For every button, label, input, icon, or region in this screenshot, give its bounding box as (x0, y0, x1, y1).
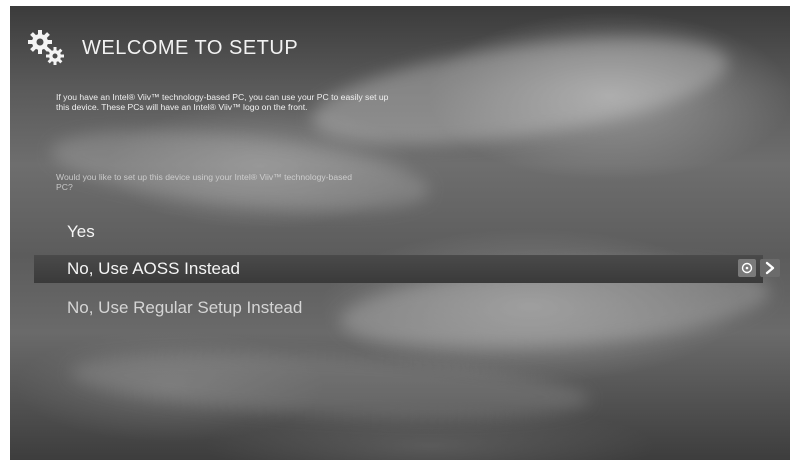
chevron-right-icon[interactable] (760, 259, 780, 277)
page-title: WELCOME TO SETUP (82, 36, 299, 59)
header: WELCOME TO SETUP (26, 28, 298, 68)
intro-text: If you have an Intel® Viiv™ technology-b… (56, 92, 389, 112)
option-regular-setup[interactable]: No, Use Regular Setup Instead (34, 294, 467, 322)
option-use-aoss[interactable]: No, Use AOSS Instead (34, 255, 763, 283)
background-wave (47, 116, 433, 226)
background-wave (305, 17, 735, 165)
option-yes[interactable]: Yes (34, 218, 267, 246)
question-text: Would you like to set up this device usi… (56, 172, 352, 192)
setup-screen: WELCOME TO SETUP If you have an Intel® V… (10, 6, 790, 460)
info-circle-icon[interactable] (738, 259, 756, 277)
background-wave (68, 342, 592, 430)
selection-controls (738, 259, 780, 277)
gears-icon (26, 28, 68, 68)
